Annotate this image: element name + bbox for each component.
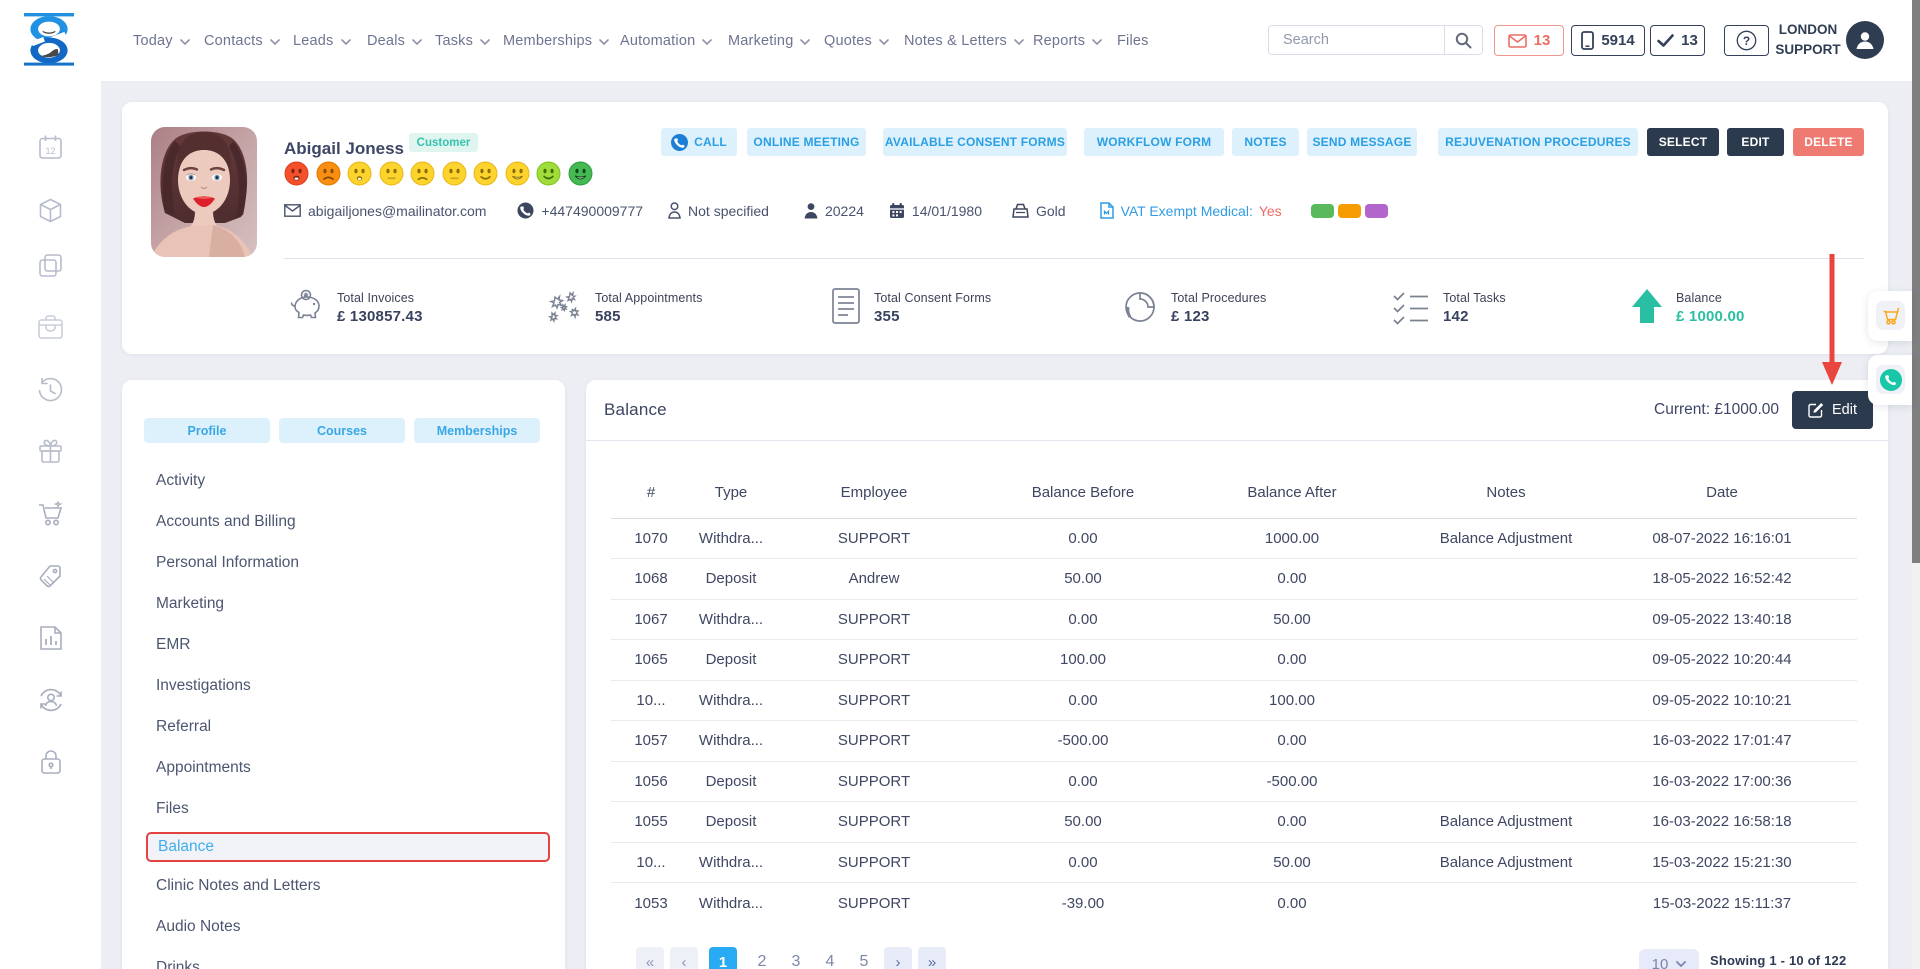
svg-text:?: ? <box>1743 34 1750 48</box>
svg-text:12: 12 <box>45 146 55 156</box>
